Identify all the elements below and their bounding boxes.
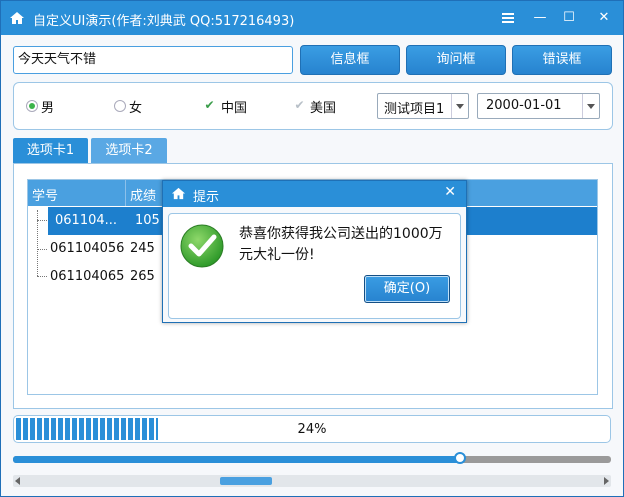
chevron-down-icon[interactable] xyxy=(451,94,468,118)
slider-track[interactable] xyxy=(13,452,611,464)
date-picker[interactable]: 2000-01-01 xyxy=(477,93,600,119)
row-id: 061104... xyxy=(55,213,118,228)
progress-bar: 24% xyxy=(13,415,611,443)
text-input[interactable]: 今天天气不错 xyxy=(13,46,293,74)
horizontal-scrollbar[interactable] xyxy=(13,475,611,487)
tree-branch-line xyxy=(37,276,47,277)
dialog-body: 恭喜你获得我公司送出的1000万元大礼一份! 确定(O) xyxy=(168,213,461,319)
project-combo-value: 测试项目1 xyxy=(384,102,445,117)
maximize-button[interactable]: ☐ xyxy=(556,7,582,29)
dialog-title-bar[interactable]: 提示 ✕ xyxy=(163,181,466,207)
progress-label: 24% xyxy=(297,422,327,437)
close-button[interactable]: ✕ xyxy=(591,7,617,29)
window-title: 自定义UI演示(作者:刘典武 QQ:517216493) xyxy=(33,14,295,29)
project-combo[interactable]: 测试项目1 xyxy=(377,93,469,119)
ok-button[interactable]: 确定(O) xyxy=(364,275,450,303)
radio-male[interactable] xyxy=(26,100,38,112)
success-check-icon xyxy=(180,224,224,268)
row-id: 061104056 xyxy=(50,241,125,256)
info-box-button[interactable]: 信息框 xyxy=(300,45,400,75)
radio-female-label: 女 xyxy=(129,101,143,116)
row-score: 265 xyxy=(130,269,155,284)
row-id: 061104065 xyxy=(50,269,125,284)
home-icon xyxy=(10,12,24,24)
checkbox-china-label: 中国 xyxy=(221,101,248,116)
hamburger-icon xyxy=(502,13,514,23)
slider-handle[interactable] xyxy=(454,452,466,464)
checkbox-usa-label: 美国 xyxy=(310,101,337,116)
column-header-id[interactable]: 学号 xyxy=(32,185,58,204)
home-icon xyxy=(171,187,186,200)
question-box-button[interactable]: 询问框 xyxy=(406,45,506,75)
dialog-close-button[interactable]: ✕ xyxy=(444,184,456,200)
scroll-right-icon[interactable] xyxy=(604,477,609,485)
tree-branch-line xyxy=(37,249,47,250)
radio-female[interactable] xyxy=(114,100,126,112)
checkbox-china[interactable]: ✔ xyxy=(203,99,216,112)
main-window: 自定义UI演示(作者:刘典武 QQ:517216493) — ☐ ✕ 今天天气不… xyxy=(0,0,624,497)
date-picker-value: 2000-01-01 xyxy=(486,98,562,113)
minimize-button[interactable]: — xyxy=(527,7,553,29)
dialog-title: 提示 xyxy=(193,190,220,205)
column-divider xyxy=(125,180,126,206)
row-score: 105 xyxy=(135,213,160,228)
tree-branch-line xyxy=(37,220,47,221)
tab-1[interactable]: 选项卡1 xyxy=(13,138,88,164)
scroll-left-icon[interactable] xyxy=(15,477,20,485)
error-box-button[interactable]: 错误框 xyxy=(512,45,612,75)
title-bar[interactable]: 自定义UI演示(作者:刘典武 QQ:517216493) — ☐ ✕ xyxy=(1,1,623,35)
radio-male-label: 男 xyxy=(41,101,55,116)
scrollbar-thumb[interactable] xyxy=(220,477,272,485)
tab-2[interactable]: 选项卡2 xyxy=(91,138,167,164)
chevron-down-icon[interactable] xyxy=(582,94,599,118)
message-dialog: 提示 ✕ 恭喜你获得我公司送出的1000万元大礼一份! 确定(O) xyxy=(162,180,467,323)
row-score: 245 xyxy=(130,241,155,256)
menu-button[interactable] xyxy=(495,7,521,29)
dialog-message: 恭喜你获得我公司送出的1000万元大礼一份! xyxy=(239,226,443,263)
checkbox-usa: ✔ xyxy=(294,98,305,112)
slider-fill xyxy=(13,456,460,463)
column-header-score[interactable]: 成绩 xyxy=(130,185,156,204)
